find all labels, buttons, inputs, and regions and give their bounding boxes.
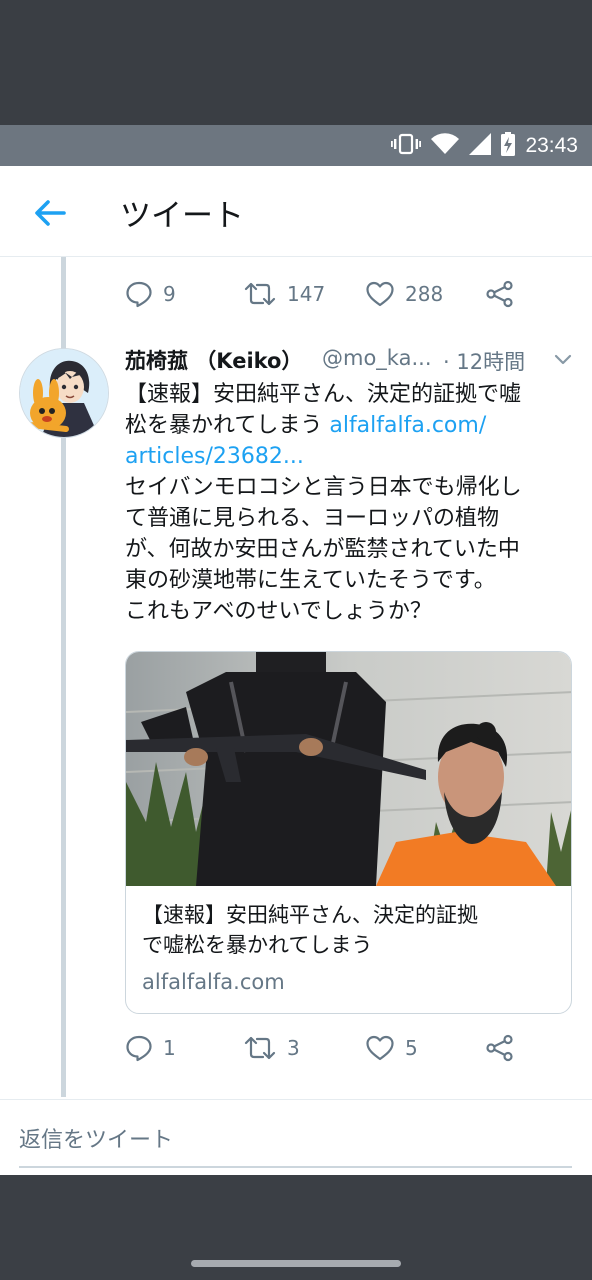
vibrate-icon	[391, 133, 422, 159]
tweet-text: 【速報】安田純平さん、決定的証拠で嘘 松を暴かれてしまう alfalfalfa.…	[125, 379, 580, 627]
app-bar: ツイート	[0, 166, 592, 257]
system-top-area	[0, 0, 592, 125]
retweet-button[interactable]: 147	[243, 274, 325, 314]
tweet-link[interactable]: alfalfalfa.com/	[329, 413, 486, 438]
tweet-text-line: が、何故か安田さんが監禁されていた中	[125, 537, 520, 562]
like-count: 288	[405, 282, 444, 306]
status-bar: 23:43	[0, 125, 592, 166]
reply-icon	[126, 1035, 152, 1062]
retweet-icon	[244, 282, 276, 306]
arrow-left-icon	[35, 200, 66, 226]
signal-icon	[469, 132, 492, 159]
reply-count: 9	[163, 282, 176, 306]
display-name[interactable]: 茄椅菰 （Keiko）	[125, 345, 303, 375]
user-handle[interactable]: @mo_ka...	[322, 346, 432, 370]
reply-count: 1	[163, 1036, 176, 1060]
tweet-link-continued[interactable]: articles/23682...	[125, 441, 580, 472]
back-button[interactable]	[30, 193, 70, 233]
retweet-count: 147	[287, 282, 326, 306]
link-preview-image	[126, 652, 571, 886]
battery-charging-icon	[501, 131, 516, 160]
share-icon	[486, 280, 513, 308]
share-icon	[486, 1034, 513, 1062]
link-preview-card[interactable]: 【速報】安田純平さん、決定的証拠 で嘘松を暴かれてしまう alfalfalfa.…	[125, 651, 572, 1014]
like-button[interactable]: 288	[365, 274, 443, 314]
reply-button[interactable]: 1	[125, 1028, 176, 1068]
tweet-text-line: 【速報】安田純平さん、決定的証拠で嘘	[125, 382, 522, 407]
like-button[interactable]: 5	[365, 1028, 418, 1068]
page-title: ツイート	[120, 198, 244, 234]
heart-icon	[366, 281, 394, 307]
like-count: 5	[405, 1036, 418, 1060]
clock: 23:43	[525, 133, 578, 157]
tweet-text-line: て普通に見られる、ヨーロッパの植物	[125, 506, 500, 531]
reply-input[interactable]: 返信をツイート	[19, 1122, 173, 1154]
system-navigation-bar	[0, 1175, 592, 1280]
tweet-text-line: セイバンモロコシと言う日本でも帰化し	[125, 475, 522, 500]
link-preview-title-line: 【速報】安田純平さん、決定的証拠	[142, 903, 478, 927]
tweet-text-line: 松を暴かれてしまう	[125, 413, 330, 438]
link-preview-title-line: で嘘松を暴かれてしまう	[142, 933, 373, 957]
tweet-timestamp: · 12時間	[443, 350, 526, 374]
share-button[interactable]	[485, 274, 515, 314]
reply-icon	[126, 281, 152, 308]
retweet-button[interactable]: 3	[243, 1028, 300, 1068]
reply-button[interactable]: 9	[125, 274, 176, 314]
link-preview-domain: alfalfalfa.com	[142, 970, 285, 994]
chevron-down-icon[interactable]	[553, 352, 573, 366]
link-preview-title: 【速報】安田純平さん、決定的証拠 で嘘松を暴かれてしまう	[142, 900, 562, 960]
retweet-icon	[244, 1036, 276, 1060]
reply-input-underline	[19, 1166, 572, 1168]
avatar[interactable]	[19, 348, 109, 438]
share-button[interactable]	[485, 1028, 515, 1068]
retweet-count: 3	[287, 1036, 300, 1060]
wifi-icon	[431, 132, 460, 159]
tweet-detail-screen: ツイート 9 147 288 茄椅菰 （Keiko） @mo_ka... · 1…	[0, 166, 592, 1175]
tweet-text-line: これもアベのせいでしょうか？	[125, 599, 432, 624]
heart-icon	[366, 1035, 394, 1061]
tweet-header: 茄椅菰 （Keiko） @mo_ka... · 12時間	[125, 342, 575, 376]
home-gesture-pill[interactable]	[191, 1260, 401, 1267]
reply-composer: 返信をツイート	[0, 1099, 592, 1175]
tweet-text-line: 東の砂漠地帯に生えていたそうです。	[125, 568, 496, 593]
